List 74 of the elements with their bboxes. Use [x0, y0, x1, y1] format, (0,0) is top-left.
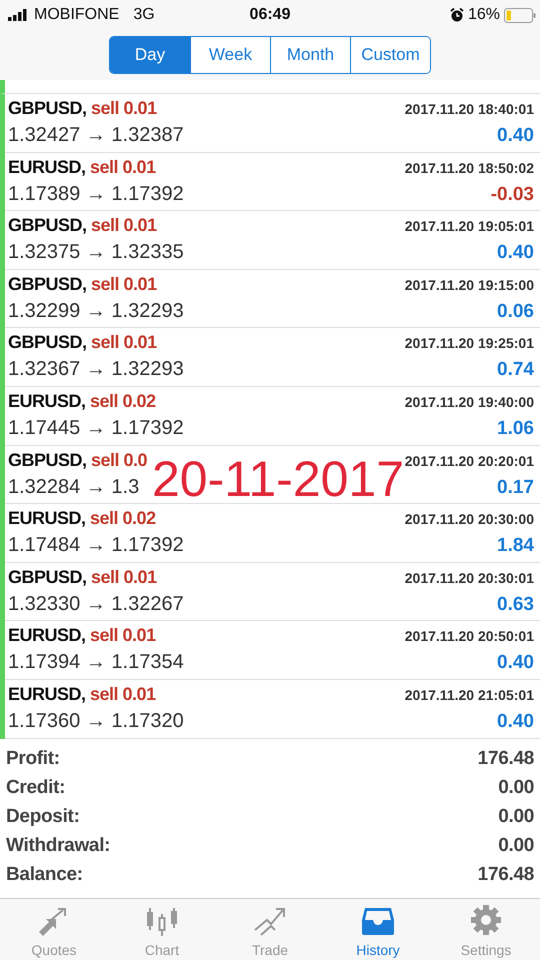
deal-prices: 1.32284 → 1.3 [8, 476, 140, 499]
deal-time: 2017.11.20 18:50:02 [404, 160, 534, 176]
summary-value: 0.00 [498, 777, 534, 800]
summary-value: 176.48 [478, 748, 534, 770]
deal-title: EURUSD, sell 0.02 [8, 508, 156, 530]
candlestick-icon [145, 906, 179, 936]
deal-time: 2017.11.20 20:20:01 [404, 452, 534, 469]
summary-label: Deposit: [6, 806, 80, 828]
deal-profit: 1.84 [497, 535, 534, 558]
deal-time: 2017.11.20 21:05:01 [404, 686, 534, 703]
deal-prices: 1.17360 → 1.17320 [8, 710, 184, 733]
summary-value: 176.48 [478, 864, 534, 886]
deal-profit: 0.06 [497, 300, 534, 323]
deal-title: GBPUSD, sell 0.01 [8, 215, 157, 236]
deal-profit: 0.40 [497, 125, 534, 147]
deal-title: EURUSD, sell 0.02 [8, 390, 156, 412]
summary-label: Credit: [6, 777, 66, 800]
deal-time: 2017.11.20 19:25:01 [404, 335, 534, 352]
deal-title: GBPUSD, sell 0.01 [8, 274, 157, 295]
deal-time: 2017.11.20 20:30:00 [404, 511, 534, 528]
deal-title: GBPUSD, sell 0.01 [8, 566, 157, 588]
deal-profit: -0.03 [490, 184, 534, 206]
deal-prices: 1.17445 → 1.17392 [8, 416, 184, 440]
deal-title: EURUSD, sell 0.01 [8, 625, 156, 646]
deal-prices: 1.17394 → 1.17354 [8, 651, 184, 674]
period-tab[interactable]: Week [190, 37, 270, 73]
network-type: 3G [133, 6, 155, 24]
deal-title: GBPUSD, sell 0.01 [8, 332, 157, 354]
inbox-icon [361, 906, 395, 936]
deal-time: 2017.11.20 19:15:00 [404, 276, 534, 293]
carrier-name: MOBIFONE [34, 6, 120, 24]
deal-profit: 0.40 [497, 652, 534, 674]
tab-bar-item[interactable]: Chart [108, 898, 216, 960]
deal-prices: 1.17484 → 1.17392 [8, 534, 184, 558]
date-label: 20-11-2017 [152, 454, 404, 504]
deal-prices: 1.32330 → 1.32267 [8, 592, 184, 616]
deal-profit: 0.63 [497, 594, 534, 616]
alarm-icon [450, 8, 464, 22]
tab-bar-item[interactable]: Settings [432, 898, 540, 960]
period-tab[interactable]: Custom [350, 37, 430, 73]
summary-label: Withdrawal: [6, 835, 110, 858]
deal-profit: 0.17 [497, 476, 534, 499]
tab-bar-item[interactable]: Trade [216, 898, 324, 960]
deal-title: EURUSD, sell 0.01 [8, 156, 156, 178]
deal-time: 2017.11.20 19:40:00 [404, 394, 534, 410]
deal-title: EURUSD, sell 0.01 [8, 684, 156, 705]
deal-title: GBPUSD, sell 0.0 [8, 450, 148, 471]
tab-bar-item[interactable]: History [324, 898, 432, 960]
deal-time: 2017.11.20 18:40:01 [404, 101, 534, 117]
deal-title: GBPUSD, sell 0.01 [8, 98, 157, 119]
summary-value: 0.00 [498, 835, 534, 858]
deal-prices: 1.32367 → 1.32293 [8, 358, 184, 382]
deal-profit: 0.40 [497, 242, 534, 264]
summary-value: 0.00 [498, 806, 534, 828]
deal-profit: 0.40 [497, 710, 534, 733]
deal-prices: 1.32427 → 1.32387 [8, 124, 184, 147]
period-tab[interactable]: Month [270, 37, 350, 73]
trend-arrow-icon [253, 906, 287, 936]
deal-prices: 1.17389 → 1.17392 [8, 182, 184, 206]
deal-profit: 1.06 [497, 418, 534, 440]
deal-time: 2017.11.20 20:50:01 [404, 628, 534, 644]
deal-prices: 1.32299 → 1.32293 [8, 300, 184, 323]
settings-icon [469, 904, 503, 936]
deal-time: 2017.11.20 19:05:01 [404, 218, 534, 234]
deal-profit: 0.74 [497, 359, 534, 382]
summary-label: Balance: [6, 864, 83, 886]
battery-percent: 16% [468, 6, 500, 24]
battery-icon [504, 8, 536, 22]
period-tab[interactable]: Day [110, 37, 190, 73]
tab-bar-item[interactable]: Quotes [0, 898, 108, 960]
deal-prices: 1.32375 → 1.32335 [8, 241, 184, 264]
deal-time: 2017.11.20 20:30:01 [404, 570, 534, 586]
clock-time: 06:49 [250, 6, 290, 24]
summary-label: Profit: [6, 748, 60, 770]
